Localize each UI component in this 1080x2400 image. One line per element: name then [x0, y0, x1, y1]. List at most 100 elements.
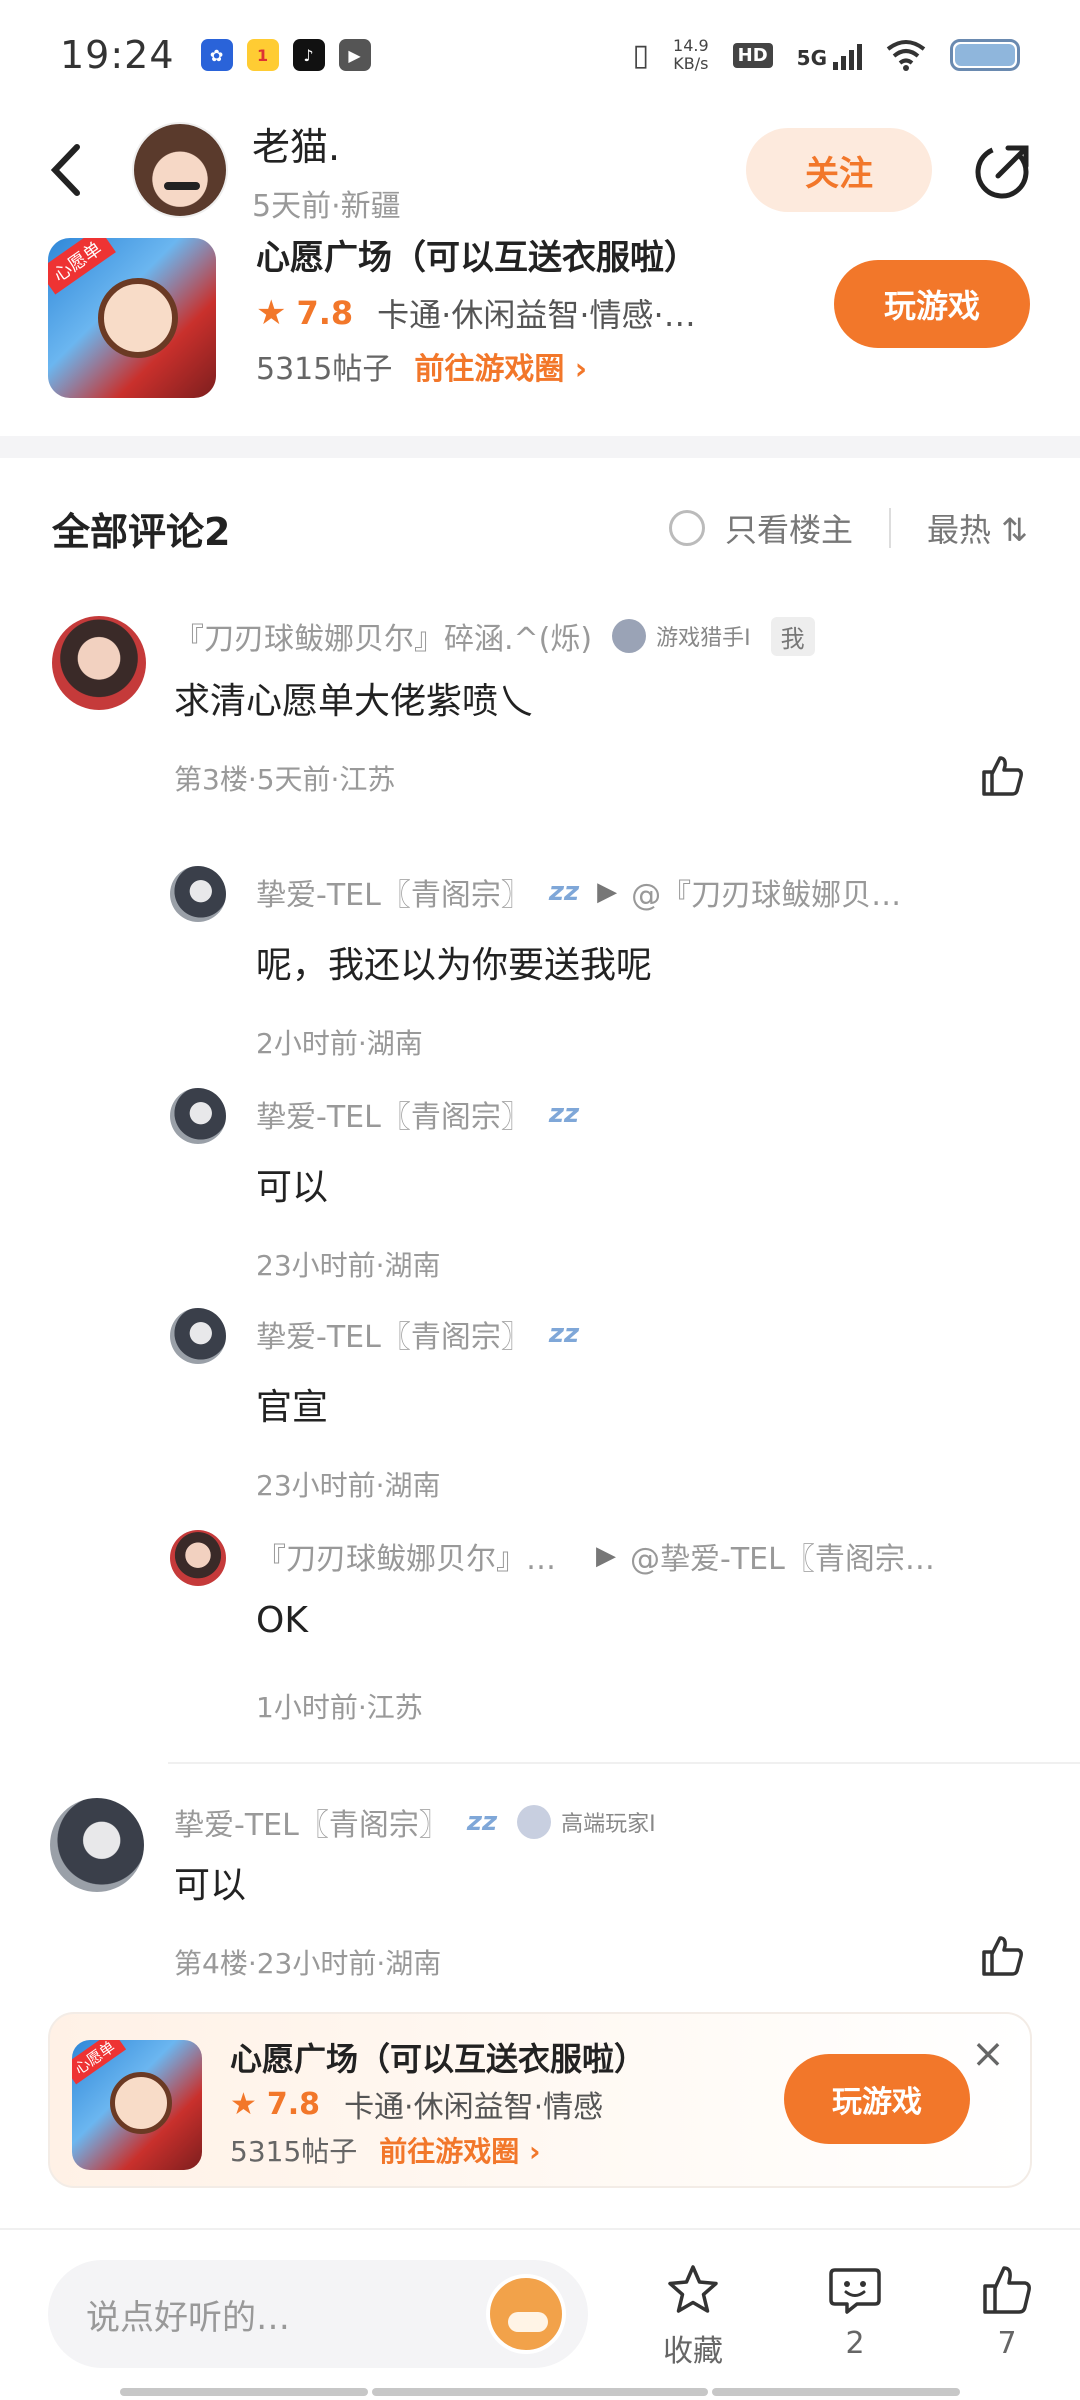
reply-text: 可以 — [256, 1167, 329, 1208]
share-icon[interactable] — [972, 138, 1036, 202]
net-speed-value: 14.9 — [673, 36, 709, 55]
commenter-name[interactable]: 挚爱-TEL〖青阁宗〗 — [174, 1800, 449, 1844]
replier-name[interactable]: 挚爱-TEL〖青阁宗〗 — [256, 1092, 531, 1136]
media-icon: ▶ — [338, 39, 371, 71]
like-icon[interactable] — [978, 1932, 1026, 1980]
vibrate-icon: ▯ — [632, 37, 650, 73]
comment-text: 求清心愿单大佬紫喷乀 — [174, 681, 535, 722]
follow-button[interactable]: 关注 — [746, 128, 932, 212]
sleep-badge-icon: zz — [548, 877, 580, 907]
only-host-label: 只看楼主 — [724, 511, 853, 549]
favorite-label: 收藏 — [663, 2334, 723, 2369]
comment-count: 2 — [845, 2326, 865, 2361]
reply-target[interactable]: @『刀刃球鲅娜贝… — [631, 870, 901, 914]
game-tags: 卡通·休闲益智·情感·… — [377, 296, 696, 334]
back-arrow-icon — [50, 144, 80, 196]
banner-posts-row: 5315帖子 前往游戏圈 › — [230, 2130, 541, 2170]
game-posts-row: 5315帖子 前往游戏圈 › — [256, 344, 587, 388]
game-rating: 7.8 — [296, 294, 354, 332]
signal-icon: 5G — [797, 40, 862, 70]
comment-input-placeholder: 说点好听的… — [86, 2297, 290, 2338]
comment-button[interactable]: 2 — [810, 2262, 900, 2361]
net-speed: 14.9 KB/s — [673, 37, 709, 73]
author-avatar[interactable] — [132, 122, 228, 218]
game-title[interactable]: 心愿广场（可以互送衣服啦） — [256, 230, 698, 279]
reply-meta: 1小时前·江苏 — [256, 1691, 423, 1724]
replier-avatar[interactable] — [170, 1530, 226, 1586]
back-button[interactable] — [36, 140, 96, 200]
mascot-emoji-icon[interactable] — [486, 2274, 566, 2354]
star-icon: ★ — [230, 2086, 257, 2122]
banner-thumb-tag: 心愿单 — [72, 2040, 127, 2085]
comments-header: 全部评论2 只看楼主 最热 ⇅ — [0, 480, 1080, 576]
medal-badge: 游戏猎手Ⅰ — [612, 619, 751, 653]
app-100-icon: 1 — [246, 39, 279, 71]
hd-icon: HD — [732, 42, 773, 68]
reply-target[interactable]: @挚爱-TEL〖青阁宗… — [630, 1534, 935, 1578]
comment-input[interactable]: 说点好听的… — [48, 2260, 588, 2368]
replier-name-row: 挚爱-TEL〖青阁宗〗 zz — [256, 1092, 579, 1136]
game-card[interactable]: 心愿单 心愿广场（可以互送衣服啦） ★ 7.8 卡通·休闲益智·情感·… 531… — [0, 230, 1080, 435]
medal-label: 高端玩家Ⅰ — [561, 1812, 656, 1837]
sleep-badge-icon: zz — [548, 1319, 580, 1349]
radio-icon[interactable] — [668, 510, 705, 546]
game-circle-link[interactable]: 前往游戏圈 › — [414, 344, 587, 388]
reply-arrow-icon: ▶ — [597, 877, 618, 907]
status-time: 19:24 — [60, 33, 175, 77]
reply-item: 挚爱-TEL〖青阁宗〗 zz 可以 23小时前·湖南 — [0, 1080, 1080, 1290]
commenter-avatar[interactable] — [52, 616, 146, 710]
sleep-badge-icon: zz — [548, 1099, 580, 1129]
comment-text: 可以 — [174, 1865, 247, 1906]
banner-rating-row: ★ 7.8 卡通·休闲益智·情感 — [230, 2082, 603, 2126]
section-divider — [0, 436, 1080, 458]
replier-name[interactable]: 『刀刃球鲅娜贝尔』… — [256, 1534, 556, 1578]
bottom-divider — [0, 2228, 1080, 2230]
nav-indicator-left — [120, 2388, 368, 2396]
replier-avatar[interactable] — [170, 866, 226, 922]
banner-play-button[interactable]: 玩游戏 — [784, 2054, 970, 2144]
wifi-icon — [886, 40, 926, 71]
net-speed-unit: KB/s — [673, 54, 709, 73]
play-game-button[interactable]: 玩游戏 — [834, 260, 1030, 348]
replier-avatar[interactable] — [170, 1308, 226, 1364]
game-banner[interactable]: 心愿单 心愿广场（可以互送衣服啦） ★ 7.8 卡通·休闲益智·情感 5315帖… — [48, 2012, 1032, 2188]
replier-avatar[interactable] — [170, 1088, 226, 1144]
reply-text: 呢，我还以为你要送我呢 — [256, 945, 653, 986]
reply-meta: 23小时前·湖南 — [256, 1469, 441, 1502]
baidu-icon: ✿ — [200, 39, 233, 71]
banner-circle-link[interactable]: 前往游戏圈 › — [379, 2130, 540, 2170]
replier-name[interactable]: 挚爱-TEL〖青阁宗〗 — [256, 870, 531, 914]
author-name[interactable]: 老猫. — [252, 116, 401, 171]
replier-name[interactable]: 挚爱-TEL〖青阁宗〗 — [256, 1312, 531, 1356]
banner-game-title[interactable]: 心愿广场（可以互送衣服啦） — [230, 2034, 646, 2080]
favorite-button[interactable]: 收藏 — [648, 2262, 738, 2370]
like-icon[interactable] — [978, 752, 1026, 800]
comment-divider — [168, 1762, 1080, 1764]
mine-badge: 我 — [770, 616, 815, 656]
network-type: 5G — [796, 46, 827, 70]
only-host-toggle[interactable]: 只看楼主 — [668, 505, 853, 551]
sort-button[interactable]: 最热 ⇅ — [927, 505, 1028, 551]
star-outline-icon — [668, 2265, 718, 2313]
like-button[interactable]: 7 — [962, 2262, 1052, 2361]
commenter-name[interactable]: 『刀刃球鲅娜贝尔』碎涵.^(烁) — [174, 614, 592, 658]
nav-indicator-center — [372, 2388, 708, 2396]
medal-icon — [612, 619, 647, 653]
commenter-name-row: 挚爱-TEL〖青阁宗〗 zz 高端玩家Ⅰ — [174, 1800, 656, 1844]
banner-posts-count: 5315帖子 — [230, 2135, 358, 2168]
commenter-avatar[interactable] — [50, 1798, 144, 1892]
author-meta: 老猫. 5天前·新疆 — [252, 116, 401, 225]
medal-icon — [517, 1805, 552, 1839]
close-icon[interactable]: × — [968, 2034, 1008, 2074]
game-thumb-tag: 心愿单 — [48, 238, 116, 295]
game-thumbnail[interactable]: 心愿单 — [48, 238, 216, 398]
replier-name-row: 挚爱-TEL〖青阁宗〗 zz ▶ @『刀刃球鲅娜贝… — [256, 870, 901, 914]
thumbs-up-icon — [983, 2266, 1031, 2314]
commenter-name-row: 『刀刃球鲅娜贝尔』碎涵.^(烁) 游戏猎手Ⅰ 我 — [174, 614, 815, 658]
banner-game-thumbnail[interactable]: 心愿单 — [72, 2040, 202, 2170]
author-time-location: 5天前·新疆 — [252, 188, 401, 224]
reply-item: 『刀刃球鲅娜贝尔』… ▶ @挚爱-TEL〖青阁宗… OK 1小时前·江苏 — [0, 1522, 1080, 1742]
reply-item: 挚爱-TEL〖青阁宗〗 zz ▶ @『刀刃球鲅娜贝… 呢，我还以为你要送我呢 2… — [0, 858, 1080, 1068]
like-count: 7 — [997, 2326, 1017, 2361]
status-right: ▯ 14.9 KB/s HD 5G — [632, 37, 1020, 73]
